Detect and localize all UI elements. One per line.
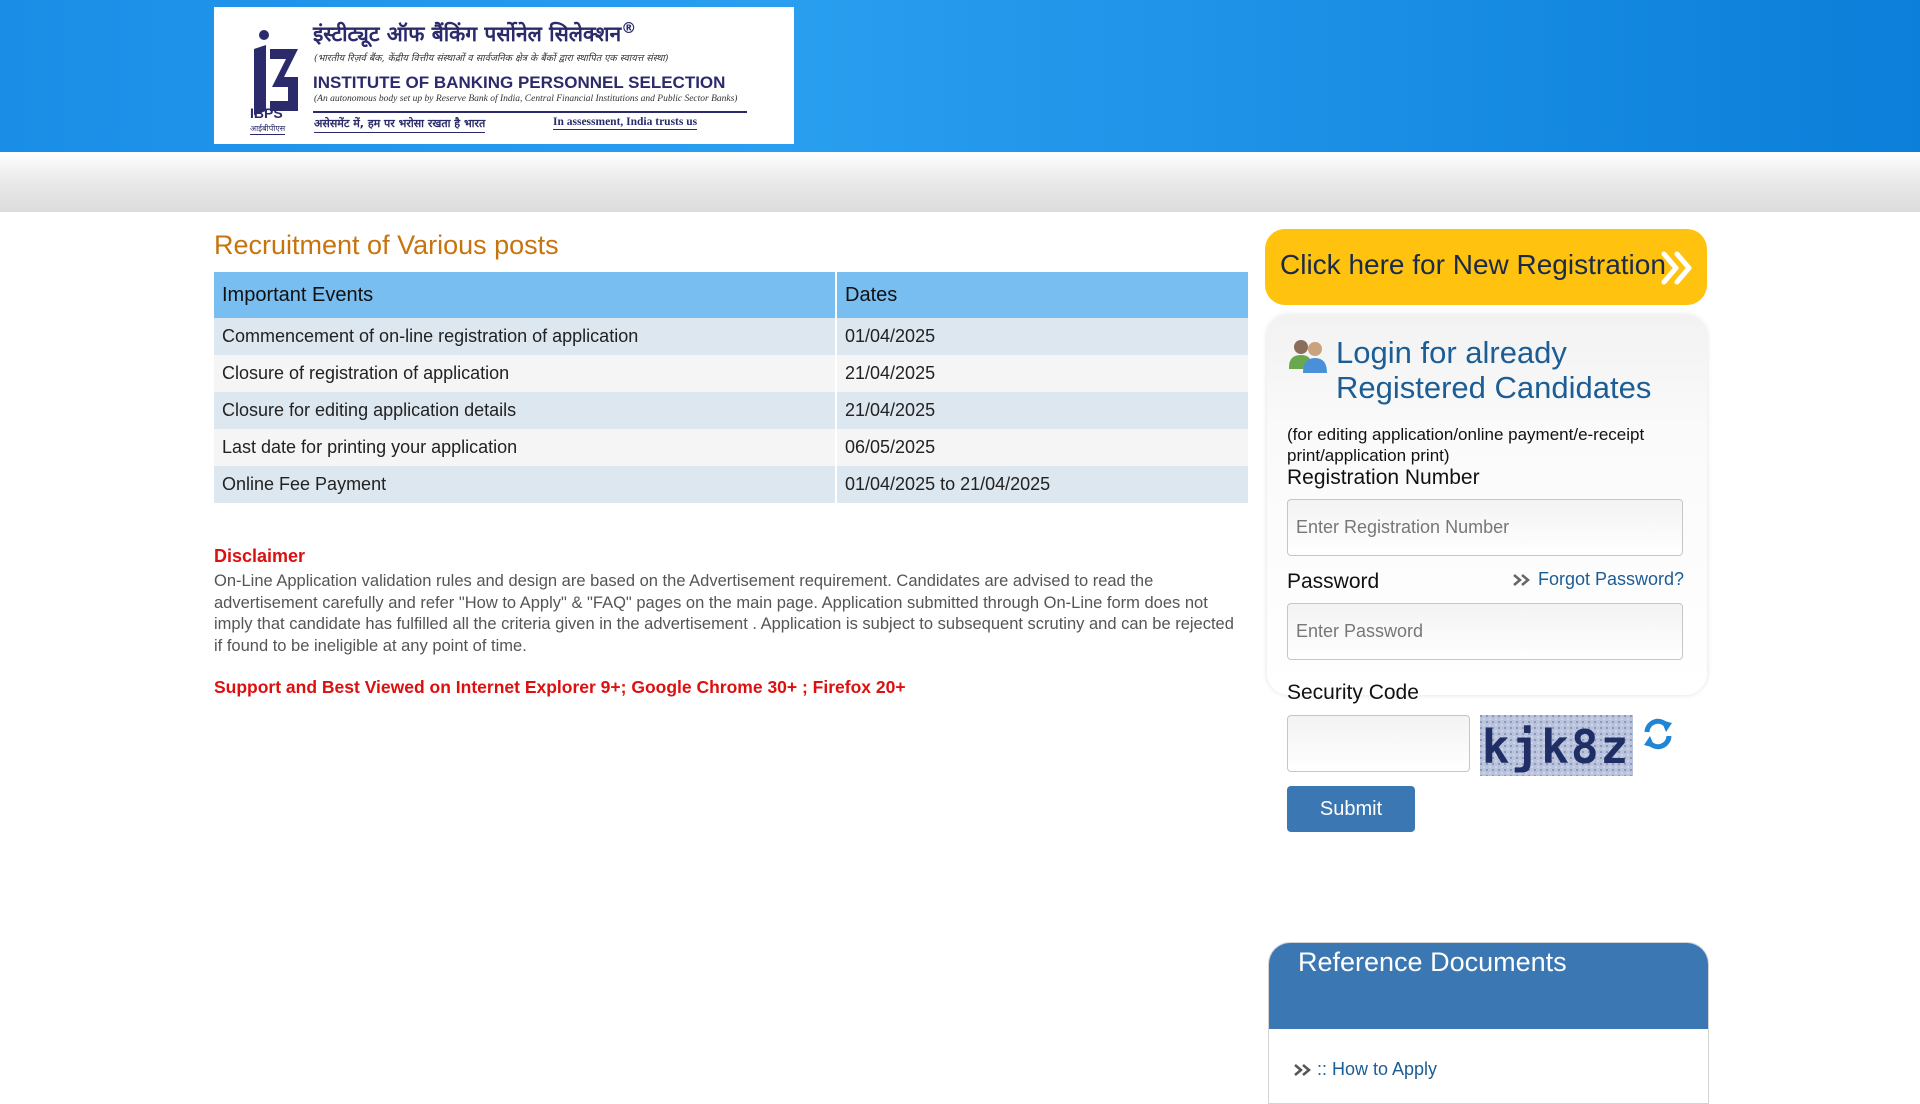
login-title: Login for already Registered Candidates — [1336, 335, 1652, 405]
logo-ibps-hindi: आईबीपीएस — [250, 124, 286, 135]
disclaimer-text: On-Line Application validation rules and… — [214, 572, 1234, 655]
column-header-events: Important Events — [214, 272, 837, 318]
double-chevron-right-icon — [1294, 1063, 1311, 1076]
registration-number-label: Registration Number — [1287, 466, 1480, 489]
logo-english-title: INSTITUTE OF BANKING PERSONNEL SELECTION — [313, 73, 726, 92]
captcha-image: kjk8z — [1480, 715, 1633, 776]
logo-tagline-english: In assessment, India trusts us — [553, 116, 698, 130]
event-cell: Last date for printing your application — [214, 429, 837, 466]
column-header-dates: Dates — [836, 272, 1250, 318]
new-registration-button[interactable]: Click here for New Registration — [1265, 229, 1707, 305]
logo-english-subtitle: (An autonomous body set up by Reserve Ba… — [314, 94, 738, 104]
security-code-input[interactable] — [1287, 715, 1470, 772]
double-chevron-right-icon — [1513, 573, 1530, 586]
table-row: Last date for printing your application … — [214, 429, 1250, 466]
date-cell: 06/05/2025 — [836, 429, 1250, 466]
forgot-password-link[interactable]: Forgot Password? — [1512, 569, 1684, 590]
table-header-row: Important Events Dates — [214, 272, 1250, 318]
login-note: (for editing application/online payment/… — [1287, 425, 1645, 465]
browser-support-note: Support and Best Viewed on Internet Expl… — [214, 677, 906, 697]
how-to-apply-link[interactable]: :: How to Apply — [1293, 1059, 1437, 1080]
logo-ibps-text: IBPS — [250, 105, 283, 121]
header-banner: IBPS आईबीपीएस इंस्टीट्यूट ऑफ बैंकिंग पर्… — [0, 0, 1920, 152]
date-cell: 01/04/2025 — [836, 318, 1250, 355]
event-cell: Closure of registration of application — [214, 355, 837, 392]
important-events-table: Important Events Dates Commencement of o… — [214, 272, 1250, 503]
date-cell: 21/04/2025 — [836, 392, 1250, 429]
logo-hindi-title: इंस्टीट्यूट ऑफ बैंकिंग पर्सोनेल सिलेक्शन… — [313, 19, 636, 48]
table-row: Online Fee Payment 01/04/2025 to 21/04/2… — [214, 466, 1250, 503]
logo-hindi-name: इंस्टीट्यूट ऑफ बैंकिंग पर्सोनेल सिलेक्शन — [313, 22, 622, 46]
users-icon — [1289, 340, 1327, 373]
table-row: Closure of registration of application 2… — [214, 355, 1250, 392]
double-chevron-right-icon — [1661, 251, 1692, 285]
nav-bar — [0, 152, 1920, 212]
logo-hindi-subtitle: (भारतीय रिज़र्व बैंक, केंद्रीय वित्तीय स… — [314, 53, 669, 64]
table-row: Closure for editing application details … — [214, 392, 1250, 429]
logo-divider — [313, 111, 747, 113]
how-to-apply-label: :: How to Apply — [1317, 1059, 1438, 1079]
date-cell: 21/04/2025 — [836, 355, 1250, 392]
date-cell: 01/04/2025 to 21/04/2025 — [836, 466, 1250, 503]
event-cell: Closure for editing application details — [214, 392, 837, 429]
page-title: Recruitment of Various posts — [214, 230, 559, 260]
disclaimer-title: Disclaimer — [214, 546, 306, 566]
captcha-text: kjk8z — [1482, 720, 1630, 774]
submit-button[interactable]: Submit — [1287, 786, 1415, 832]
password-input[interactable] — [1287, 603, 1683, 660]
reference-documents-header: Reference Documents — [1269, 943, 1708, 1029]
registration-number-input[interactable] — [1287, 499, 1683, 556]
event-cell: Commencement of on-line registration of … — [214, 318, 837, 355]
logo-tagline-hindi: असेसमेंट में, हम पर भरोसा रखता है भारत — [314, 116, 486, 133]
refresh-icon[interactable] — [1642, 717, 1674, 751]
event-cell: Online Fee Payment — [214, 466, 837, 503]
ibps-logo[interactable]: IBPS आईबीपीएस इंस्टीट्यूट ऑफ बैंकिंग पर्… — [214, 7, 794, 144]
password-label: Password — [1287, 570, 1380, 593]
reference-documents-title: Reference Documents — [1298, 947, 1567, 977]
forgot-password-label: Forgot Password? — [1538, 569, 1685, 589]
security-code-label: Security Code — [1287, 681, 1419, 704]
new-registration-label: Click here for New Registration — [1280, 249, 1666, 280]
table-row: Commencement of on-line registration of … — [214, 318, 1250, 355]
registered-mark: ® — [621, 19, 637, 37]
